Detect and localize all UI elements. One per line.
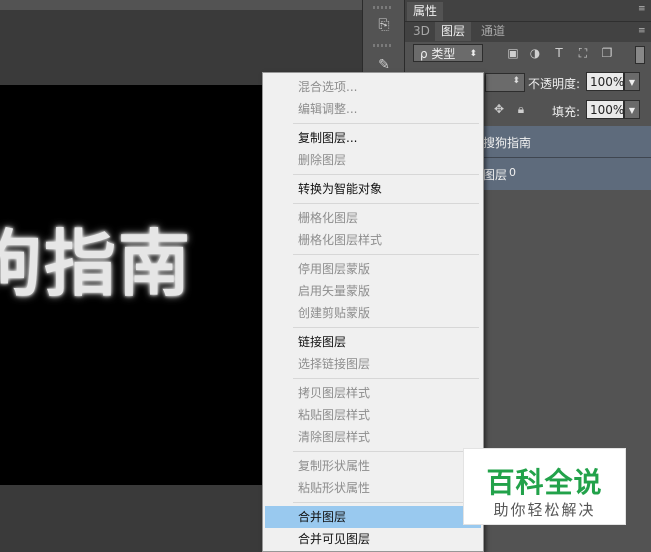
menu-separator — [293, 203, 479, 204]
updown-icon: ⬍ — [469, 49, 477, 59]
layer-row[interactable]: 搜狗指南 — [483, 126, 651, 158]
panel-menu-icon[interactable]: ≡ — [638, 5, 648, 14]
fill-dropdown-button[interactable]: ▼ — [624, 100, 640, 119]
panel-menu-icon[interactable]: ≡ — [638, 27, 648, 36]
watermark-logo: 百科全说 助你轻松解决 — [463, 448, 626, 525]
history-icon[interactable]: ⎘ — [370, 12, 398, 38]
lock-all-icon[interactable]: 🔒︎ — [513, 101, 529, 117]
dock-grip[interactable] — [373, 6, 393, 9]
shape-filter-icon[interactable]: ⛶ — [575, 45, 591, 61]
menu-item[interactable]: 粘贴形状属性 — [265, 477, 481, 499]
menu-separator — [293, 327, 479, 328]
menu-separator — [293, 502, 479, 503]
dock-grip[interactable] — [373, 44, 393, 47]
menu-item[interactable]: 编辑调整... — [265, 98, 481, 120]
fill-input[interactable]: 100% — [586, 100, 624, 119]
tab-properties[interactable]: 属性 — [407, 2, 444, 21]
watermark-subtitle: 助你轻松解决 — [493, 501, 596, 519]
opacity-input[interactable]: 100% — [586, 72, 624, 91]
properties-tab-row: 属性 ≡ — [405, 0, 651, 21]
filter-kind-select[interactable]: ρ 类型 ⬍ — [413, 44, 483, 62]
type-filter-icon[interactable]: T — [551, 45, 567, 61]
tab-layers[interactable]: 图层 — [435, 22, 472, 41]
menu-item[interactable]: 停用图层蒙版 — [265, 258, 481, 280]
layer-list: 搜狗指南 图层 0 — [483, 126, 651, 190]
menu-item[interactable]: 混合选项... — [265, 76, 481, 98]
filter-toggle[interactable] — [635, 46, 645, 64]
layer-name: 搜狗指南 — [483, 136, 532, 150]
menu-separator — [293, 378, 479, 379]
opacity-row: 不透明度: 100% ▼ — [485, 72, 650, 94]
menu-item[interactable]: 启用矢量蒙版 — [265, 280, 481, 302]
layer-name: 图层 — [483, 168, 508, 182]
menu-item[interactable]: 合并可见图层 — [265, 528, 481, 550]
menu-item[interactable]: 粘贴图层样式 — [265, 404, 481, 426]
menu-item[interactable]: 删除图层 — [265, 149, 481, 171]
filter-kind-label: ρ 类型 — [420, 47, 456, 61]
pixel-filter-icon[interactable]: ▣ — [505, 45, 521, 61]
menu-separator — [293, 254, 479, 255]
opacity-dropdown-button[interactable]: ▼ — [624, 72, 640, 91]
layer-filter-bar: ρ 类型 ⬍ ▣ ◑ T ⛶ ❐ — [409, 44, 649, 64]
layer-number: 0 — [509, 166, 516, 179]
menu-separator — [293, 174, 479, 175]
adjustment-filter-icon[interactable]: ◑ — [527, 45, 543, 61]
fill-label: 填充: — [552, 105, 581, 119]
menu-item[interactable]: 清除图层样式 — [265, 426, 481, 448]
tab-channels[interactable]: 通道 — [475, 22, 511, 41]
canvas-text-layer: 狗指南 — [0, 222, 193, 306]
document-tab-bar — [0, 0, 362, 10]
layer-context-menu: 混合选项... 编辑调整... 复制图层... 删除图层转换为智能对象 栅格化图层 栅格化… — [262, 72, 484, 552]
menu-separator — [293, 451, 479, 452]
menu-item[interactable]: 复制形状属性 — [265, 455, 481, 477]
tab-3d[interactable]: 3D — [407, 22, 436, 41]
menu-item[interactable]: 栅格化图层样式 — [265, 229, 481, 251]
menu-item[interactable]: 创建剪贴蒙版 — [265, 302, 481, 324]
menu-item[interactable]: 栅格化图层 — [265, 207, 481, 229]
menu-item[interactable]: 复制图层... — [265, 127, 481, 149]
layer-row[interactable]: 图层 0 — [483, 158, 651, 189]
menu-item[interactable]: 转换为智能对象 — [265, 178, 481, 200]
menu-item[interactable]: 链接图层 — [265, 331, 481, 353]
smartobject-filter-icon[interactable]: ❐ — [599, 45, 615, 61]
watermark-title: 百科全说 — [486, 466, 603, 499]
menu-separator — [293, 123, 479, 124]
opacity-label: 不透明度: — [528, 77, 581, 91]
image-canvas[interactable]: 狗指南 — [0, 85, 262, 485]
lock-position-icon[interactable]: ✥ — [491, 101, 507, 117]
menu-item[interactable]: 拷贝图层样式 — [265, 382, 481, 404]
menu-item[interactable]: 选择链接图层 — [265, 353, 481, 375]
menu-item[interactable]: 合并图层 — [265, 506, 481, 528]
layers-tab-row: 3D 图层 通道 ≡ — [405, 21, 651, 42]
lock-fill-row: ✥ 🔒︎ 填充: 100% ▼ — [485, 100, 650, 122]
